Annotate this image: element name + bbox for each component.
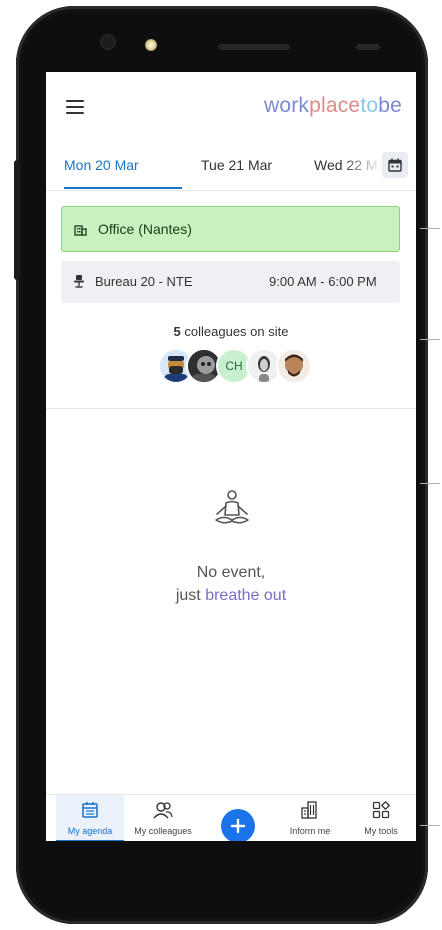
tab-fade bbox=[342, 142, 382, 188]
active-tab-indicator bbox=[64, 187, 182, 189]
empty-state-line1: No event, bbox=[196, 564, 266, 581]
callout-line bbox=[420, 825, 440, 826]
people-icon bbox=[153, 801, 173, 824]
work-location-card[interactable]: Office (Nantes) bbox=[61, 206, 400, 252]
nav-my-agenda[interactable]: My agenda bbox=[56, 795, 124, 841]
tab-tue-21-mar[interactable]: Tue 21 Mar bbox=[201, 142, 272, 188]
colleagues-on-site[interactable]: 5 colleagues on site CH bbox=[46, 316, 416, 409]
empty-state: No event, just breathe out bbox=[46, 409, 416, 789]
desk-chair-icon bbox=[73, 274, 85, 293]
callout-line bbox=[420, 228, 440, 229]
desk-name: Bureau 20 - NTE bbox=[95, 274, 193, 289]
app-screen: workplacetobe Mon 20 Mar Tue 21 Mar Wed … bbox=[46, 72, 416, 841]
nav-inform-me[interactable]: Inform me bbox=[278, 795, 342, 841]
proximity-sensor bbox=[356, 44, 380, 50]
nav-label: My agenda bbox=[67, 826, 113, 836]
tab-mon-20-mar[interactable]: Mon 20 Mar bbox=[64, 142, 139, 188]
add-button[interactable] bbox=[221, 809, 255, 841]
buildings-icon bbox=[300, 801, 320, 824]
colleague-avatars: CH bbox=[158, 348, 312, 384]
calendar-icon bbox=[81, 801, 99, 824]
empty-state-accent: breathe out bbox=[205, 587, 287, 604]
app-header: workplacetobe bbox=[46, 72, 416, 142]
plus-icon bbox=[230, 818, 246, 834]
app-logo: workplacetobe bbox=[263, 94, 402, 117]
nav-label: Inform me bbox=[289, 826, 331, 836]
calendar-picker-button[interactable] bbox=[382, 152, 408, 178]
colleagues-label: colleagues on site bbox=[184, 324, 289, 339]
colleagues-count: 5 bbox=[173, 324, 181, 339]
office-building-icon bbox=[74, 223, 87, 241]
nav-label: My colleagues bbox=[134, 826, 192, 836]
bottom-navigation: My agenda My colleagues Inform me My too… bbox=[46, 794, 416, 841]
calendar-icon bbox=[388, 158, 402, 172]
hamburger-menu-icon[interactable] bbox=[66, 100, 84, 114]
work-location-label: Office (Nantes) bbox=[98, 221, 192, 237]
desk-booking-card[interactable]: Bureau 20 - NTE 9:00 AM - 6:00 PM bbox=[61, 261, 400, 303]
nav-label: My tools bbox=[364, 826, 398, 836]
empty-state-line2: just breathe out bbox=[175, 587, 287, 604]
phone-side-button bbox=[14, 160, 20, 280]
day-tabs: Mon 20 Mar Tue 21 Mar Wed 22 Mar bbox=[46, 142, 416, 191]
phone-top-bar bbox=[16, 6, 428, 76]
earpiece-speaker bbox=[218, 44, 290, 50]
meditation-icon bbox=[212, 489, 252, 534]
nav-my-colleagues[interactable]: My colleagues bbox=[126, 795, 200, 841]
grid-tools-icon bbox=[372, 801, 390, 824]
desk-time-range: 9:00 AM - 6:00 PM bbox=[269, 274, 377, 289]
colleagues-count-text: 5 colleagues on site bbox=[46, 324, 416, 339]
front-camera bbox=[102, 36, 114, 48]
nav-my-tools[interactable]: My tools bbox=[350, 795, 412, 841]
camera-flash bbox=[145, 39, 157, 51]
callout-line bbox=[420, 339, 440, 340]
avatar bbox=[276, 348, 312, 384]
callout-line bbox=[420, 483, 440, 484]
